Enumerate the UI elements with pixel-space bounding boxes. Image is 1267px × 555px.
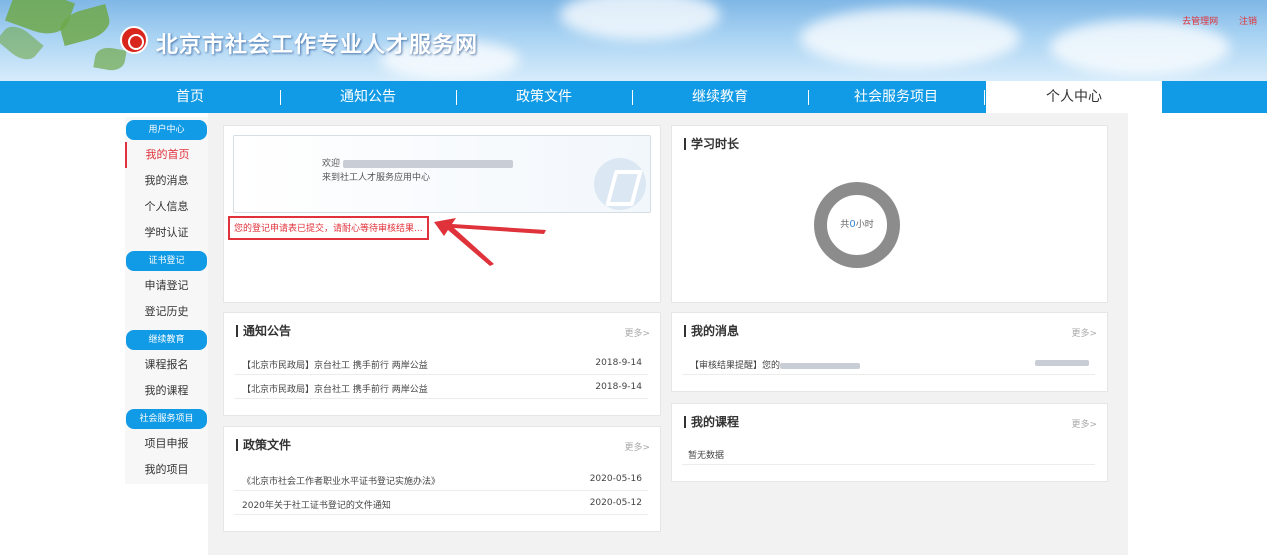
sidebar-item-registration-history[interactable]: 登记历史 [125,299,208,325]
sidebar-item-my-home[interactable]: 我的首页 [125,142,208,168]
nav-policies[interactable]: 政策文件 [494,81,594,113]
courses-empty-text: 暂无数据 [688,451,725,461]
nav-personal-center[interactable]: 个人中心 [986,81,1162,113]
study-hours-label: 共0小时 [840,219,874,230]
sidebar-item-course-signup[interactable]: 课程报名 [125,352,208,378]
policy-row[interactable]: 2020年关于社工证书登记的文件通知 2020-05-12 [234,491,648,515]
sidebar-group-user-center[interactable]: 用户中心 [126,120,207,140]
policies-title: 政策文件 [236,439,291,451]
nav-notices[interactable]: 通知公告 [318,81,418,113]
notices-more-link[interactable]: 更多> [624,326,650,339]
message-row[interactable]: 【审核结果提醒】您的 [682,351,1095,375]
nav-social-projects[interactable]: 社会服务项目 [846,81,946,113]
sidebar-group-education[interactable]: 继续教育 [126,330,207,350]
courses-more-link[interactable]: 更多> [1071,417,1097,430]
logout-link[interactable]: 注销 [1239,17,1257,27]
pending-review-message: 您的登记申请表已提交，请耐心等待审核结果... [228,216,429,240]
notice-title[interactable]: 【北京市民政局】京台社工 携手前行 两岸公益 [242,382,428,395]
header-banner: 北京市社会工作专业人才服务网 去管理网 注销 [0,0,1267,81]
policy-title[interactable]: 2020年关于社工证书登记的文件通知 [242,498,391,511]
sidebar-item-my-messages[interactable]: 我的消息 [125,168,208,194]
sidebar-group-social-projects[interactable]: 社会服务项目 [126,409,207,429]
blurred-text [780,362,861,369]
messages-title: 我的消息 [684,325,739,337]
blurred-username [342,159,513,168]
notice-date: 2018-9-14 [595,382,642,392]
notice-row[interactable]: 【北京市民政局】京台社工 携手前行 两岸公益 2018-9-14 [234,375,648,399]
sidebar: 用户中心 我的首页 我的消息 个人信息 学时认证 证书登记 申请登记 登记历史 … [125,117,208,484]
messages-panel: 我的消息 更多> 【审核结果提醒】您的 [671,312,1108,392]
notice-title[interactable]: 【北京市民政局】京台社工 携手前行 两岸公益 [242,358,428,371]
blurred-text [1035,359,1089,366]
policy-date: 2020-05-12 [589,498,642,508]
top-links: 去管理网 注销 [1164,14,1257,27]
courses-empty-row: 暂无数据 [682,441,1095,465]
main-nav: 首页 通知公告 政策文件 继续教育 社会服务项目 个人中心 [0,81,1267,113]
nav-separator [984,90,985,105]
welcome-card: 欢迎 来到社工人才服务应用中心 [233,135,651,213]
policy-date: 2020-05-16 [589,474,642,484]
message-date [1035,358,1089,368]
red-arrow-annotation-icon [434,218,546,266]
sidebar-item-apply-registration[interactable]: 申请登记 [125,273,208,299]
courses-panel: 我的课程 更多> 暂无数据 [671,403,1108,482]
welcome-subtitle: 来到社工人才服务应用中心 [322,173,431,183]
policy-title[interactable]: 《北京市社会工作者职业水平证书登记实施办法》 [242,474,440,487]
nav-separator [280,90,281,105]
sidebar-item-my-courses[interactable]: 我的课程 [125,378,208,404]
sidebar-group-certificate[interactable]: 证书登记 [126,251,207,271]
sidebar-item-personal-info[interactable]: 个人信息 [125,194,208,220]
message-title[interactable]: 【审核结果提醒】您的 [690,358,861,371]
nav-separator [808,90,809,105]
policies-more-link[interactable]: 更多> [624,440,650,453]
study-hours-donut: 共0小时 [814,182,900,268]
welcome-panel: 欢迎 来到社工人才服务应用中心 您的登记申请表已提交，请耐心等待审核结果... [223,125,661,303]
sidebar-item-hours-certification[interactable]: 学时认证 [125,220,208,246]
nav-education[interactable]: 继续教育 [670,81,770,113]
messages-more-link[interactable]: 更多> [1071,326,1097,339]
courses-title: 我的课程 [684,416,739,428]
sidebar-item-my-projects[interactable]: 我的项目 [125,457,208,483]
notices-panel: 通知公告 更多> 【北京市民政局】京台社工 携手前行 两岸公益 2018-9-1… [223,312,661,416]
site-logo[interactable] [120,26,148,54]
notices-title: 通知公告 [236,325,291,337]
greeting-prefix: 欢迎 [322,159,341,169]
notice-date: 2018-9-14 [595,358,642,368]
study-hours-panel: 学习时长 共0小时 [671,125,1108,303]
study-hours-title: 学习时长 [684,138,739,150]
app-badge-icon [594,158,646,210]
notice-row[interactable]: 【北京市民政局】京台社工 携手前行 两岸公益 2018-9-14 [234,351,648,375]
nav-home[interactable]: 首页 [140,81,240,113]
nav-separator [632,90,633,105]
policies-panel: 政策文件 更多> 《北京市社会工作者职业水平证书登记实施办法》 2020-05-… [223,426,661,532]
sidebar-item-project-apply[interactable]: 项目申报 [125,431,208,457]
nav-separator [456,90,457,105]
policy-row[interactable]: 《北京市社会工作者职业水平证书登记实施办法》 2020-05-16 [234,467,648,491]
welcome-greeting: 欢迎 [322,156,513,169]
admin-site-link[interactable]: 去管理网 [1182,17,1218,27]
site-title: 北京市社会工作专业人才服务网 [156,33,479,58]
